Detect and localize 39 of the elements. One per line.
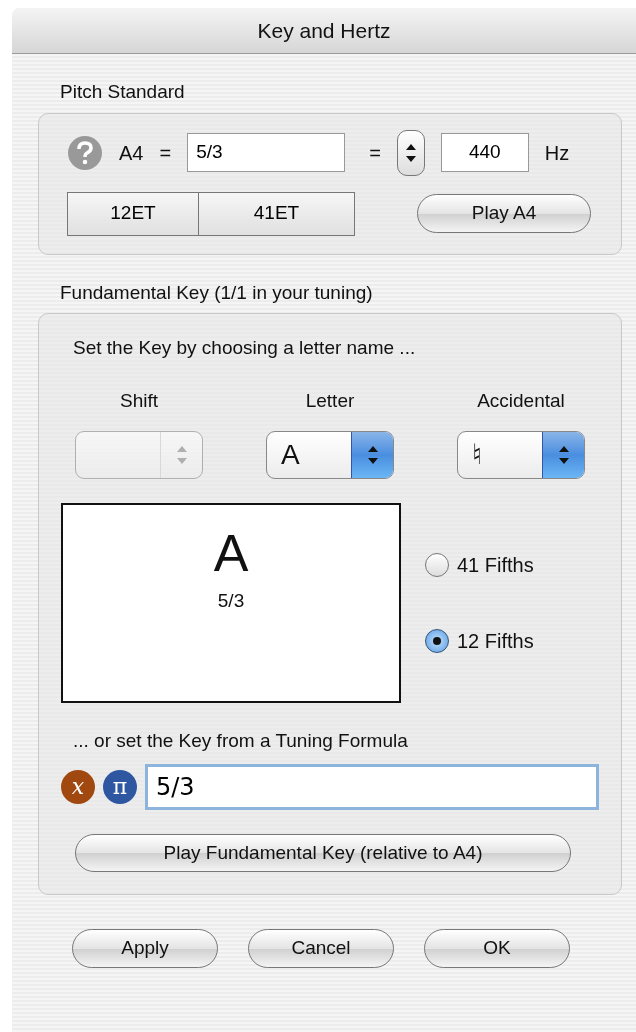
instruction-text: Set the Key by choosing a letter name ... [73, 336, 417, 360]
help-icon [67, 134, 103, 171]
key-ratio: 5/3 [217, 589, 245, 613]
up-down-arrows-icon [557, 444, 570, 466]
radio-button[interactable] [425, 629, 449, 653]
radio-button[interactable] [425, 553, 449, 577]
dialog-button[interactable]: OK [424, 929, 570, 968]
unit-label: Hz [544, 140, 570, 166]
dialog-button[interactable]: Apply [72, 929, 218, 968]
equals-sign: = [369, 140, 381, 166]
formula-button[interactable]: 𝑥 [61, 769, 95, 804]
ratio-field[interactable]: 5/3 [187, 133, 346, 172]
popup-value: ♮ [472, 438, 482, 472]
play-button[interactable]: Play A4 [417, 194, 591, 233]
group-label: Pitch Standard [60, 80, 186, 104]
popup-menu[interactable]: A [266, 431, 394, 479]
radio-label: 12 Fifths [457, 629, 534, 654]
formula-field[interactable]: 5/3 [145, 763, 599, 810]
popup-label: Shift [120, 388, 158, 413]
group-label: Fundamental Key (1/1 in your tuning) [60, 280, 374, 305]
field-label: A4 [119, 140, 144, 166]
window-title: Key and Hertz [12, 8, 636, 54]
hertz-field[interactable]: 440 [440, 133, 529, 172]
popup-value: A [281, 438, 300, 472]
key-letter: A [213, 527, 249, 579]
popup-label: Accidental [477, 388, 565, 413]
play-button[interactable]: Play Fundamental Key (relative to A4) [75, 833, 571, 872]
segment-button[interactable]: 41ET [199, 191, 355, 236]
popup-label: Letter [305, 388, 355, 413]
formula-button[interactable]: π [103, 769, 137, 804]
equals-sign: = [159, 140, 172, 166]
up-down-arrows-icon [366, 444, 379, 466]
popup-menu[interactable]: ♮ [457, 431, 585, 479]
stepper-control[interactable] [396, 129, 425, 176]
dialog-button[interactable]: Cancel [248, 929, 394, 968]
radio-label: 41 Fifths [457, 553, 534, 578]
up-down-arrows-icon [175, 444, 188, 466]
segment-button[interactable]: 12ET [67, 191, 199, 236]
instruction-text: ... or set the Key from a Tuning Formula [73, 729, 409, 753]
